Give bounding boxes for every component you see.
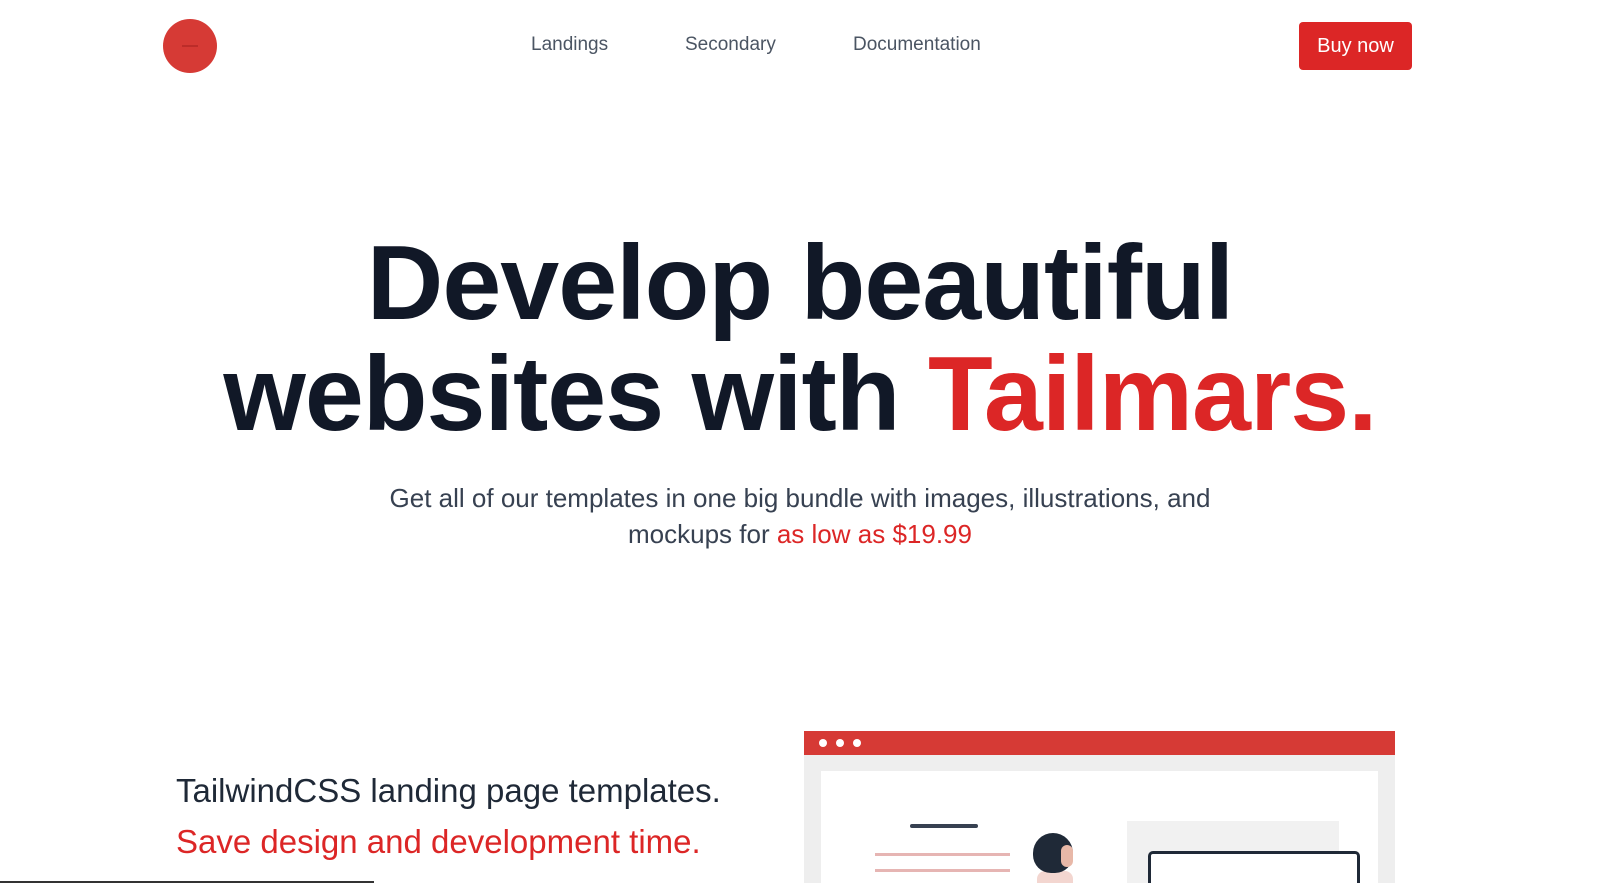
window-dot-icon: [819, 739, 827, 747]
browser-title-bar: [804, 731, 1395, 755]
illustration-monitor: [1148, 851, 1360, 883]
feature-subheading: Save design and development time.: [176, 823, 701, 860]
hero-price-text: as low as $19.99: [776, 519, 972, 549]
buy-now-button[interactable]: Buy now: [1299, 22, 1412, 70]
browser-mockup-illustration: [804, 731, 1395, 883]
site-header: Landings Secondary Documentation Buy now: [0, 0, 1600, 92]
window-dot-icon: [853, 739, 861, 747]
nav-link-landings[interactable]: Landings: [531, 34, 608, 56]
illustration-text-line: [875, 853, 1010, 856]
hero-title-line2-prefix: websites with: [223, 335, 900, 453]
hero-subtitle: Get all of our templates in one big bund…: [340, 480, 1260, 552]
hero-title-accent: Tailmars.: [928, 335, 1378, 453]
illustration-person-face: [1061, 845, 1073, 867]
feature-heading: TailwindCSS landing page templates.: [176, 772, 721, 809]
page: Landings Secondary Documentation Buy now…: [0, 0, 1600, 883]
illustration-text-line: [875, 869, 1010, 872]
logo-mark: [182, 45, 198, 47]
hero-title-line1: Develop beautiful: [366, 224, 1234, 342]
hero-title: Develop beautiful websites with Tailmars…: [0, 228, 1600, 450]
logo-icon[interactable]: [163, 19, 217, 73]
nav-link-secondary[interactable]: Secondary: [685, 34, 776, 56]
window-dot-icon: [836, 739, 844, 747]
nav-link-documentation[interactable]: Documentation: [853, 34, 981, 56]
browser-content: [821, 771, 1378, 883]
illustration-heading-line: [910, 824, 978, 828]
